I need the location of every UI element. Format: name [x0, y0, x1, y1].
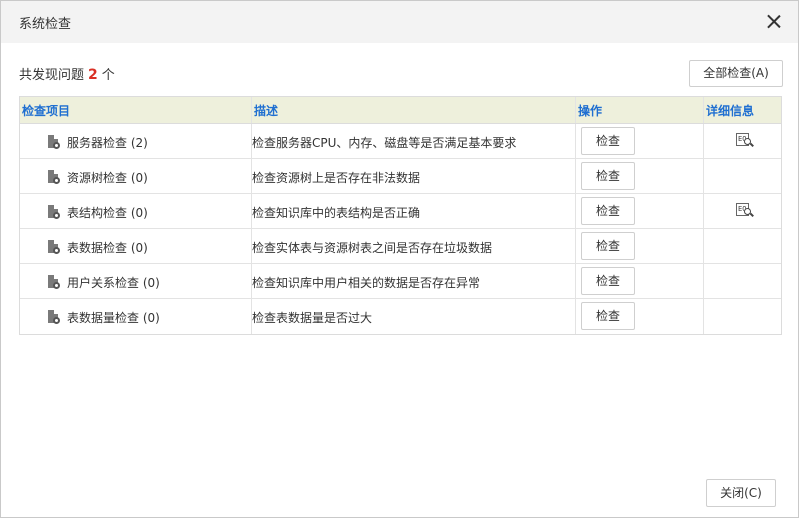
- check-button[interactable]: 检查: [581, 267, 635, 295]
- check-item-icon: [48, 240, 60, 255]
- table-header: 检查项目 描述 操作 详细信息: [20, 97, 781, 124]
- check-item-desc: 检查资源树上是否存在非法数据: [252, 171, 421, 185]
- column-divider: [251, 194, 252, 228]
- column-divider: [251, 264, 252, 298]
- column-divider: [575, 194, 576, 228]
- dialog-titlebar: 系统检查: [1, 1, 798, 43]
- summary-suffix: 个: [101, 68, 115, 83]
- column-divider: [703, 229, 704, 263]
- close-icon[interactable]: [761, 9, 787, 35]
- check-item-desc: 检查知识库中的表结构是否正确: [252, 206, 421, 220]
- table-row: 资源树检查 (0) 检查资源树上是否存在非法数据 检查: [20, 159, 781, 194]
- header-detail: 详细信息: [706, 104, 755, 118]
- check-button[interactable]: 检查: [581, 232, 635, 260]
- detail-view-icon[interactable]: EQ: [736, 203, 754, 217]
- system-check-dialog: 系统检查 共发现问题 2 个 全部检查(A) 检查项目 描述 操作 详细信息 服务器…: [0, 0, 799, 518]
- column-divider: [575, 124, 576, 158]
- column-divider: [575, 97, 576, 123]
- check-item-desc: 检查实体表与资源树表之间是否存在垃圾数据: [252, 241, 493, 255]
- check-item-name: 服务器检查 (2): [67, 136, 148, 150]
- check-item-icon: [48, 205, 60, 220]
- check-table: 检查项目 描述 操作 详细信息 服务器检查 (2) 检查服务器CPU、内存、磁盘…: [19, 96, 782, 335]
- column-divider: [251, 124, 252, 158]
- problem-summary: 共发现问题 2 个: [19, 64, 115, 83]
- detail-view-icon[interactable]: EQ: [736, 133, 754, 147]
- header-desc: 描述: [254, 104, 279, 118]
- check-button[interactable]: 检查: [581, 197, 635, 225]
- summary-prefix: 共发现问题: [19, 68, 85, 83]
- table-row: 表结构检查 (0) 检查知识库中的表结构是否正确 检查 EQ: [20, 194, 781, 229]
- check-item-desc: 检查服务器CPU、内存、磁盘等是否满足基本要求: [252, 136, 517, 150]
- check-item-name: 表结构检查 (0): [67, 206, 148, 220]
- column-divider: [575, 299, 576, 334]
- column-divider: [251, 159, 252, 193]
- check-item-desc: 检查表数据量是否过大: [252, 311, 373, 325]
- check-item-name: 资源树检查 (0): [67, 171, 148, 185]
- header-item: 检查项目: [22, 104, 71, 118]
- dialog-title: 系统检查: [19, 17, 72, 32]
- column-divider: [703, 124, 704, 158]
- column-divider: [703, 159, 704, 193]
- table-row: 服务器检查 (2) 检查服务器CPU、内存、磁盘等是否满足基本要求 检查 EQ: [20, 124, 781, 159]
- column-divider: [703, 194, 704, 228]
- check-button[interactable]: 检查: [581, 302, 635, 330]
- column-divider: [251, 229, 252, 263]
- check-button[interactable]: 检查: [581, 127, 635, 155]
- close-button[interactable]: 关闭(C): [706, 479, 776, 507]
- column-divider: [703, 299, 704, 334]
- column-divider: [575, 229, 576, 263]
- table-row: 表数据检查 (0) 检查实体表与资源树表之间是否存在垃圾数据 检查: [20, 229, 781, 264]
- column-divider: [251, 97, 252, 123]
- check-button[interactable]: 检查: [581, 162, 635, 190]
- check-item-desc: 检查知识库中用户相关的数据是否存在异常: [252, 276, 481, 290]
- problem-count: 2: [88, 67, 98, 83]
- check-item-name: 表数据检查 (0): [67, 241, 148, 255]
- check-item-icon: [48, 310, 60, 325]
- column-divider: [251, 299, 252, 334]
- check-item-icon: [48, 135, 60, 150]
- table-row: 用户关系检查 (0) 检查知识库中用户相关的数据是否存在异常 检查: [20, 264, 781, 299]
- column-divider: [575, 264, 576, 298]
- check-item-name: 表数据量检查 (0): [67, 311, 160, 325]
- check-item-name: 用户关系检查 (0): [67, 276, 160, 290]
- header-action: 操作: [578, 104, 603, 118]
- check-item-icon: [48, 170, 60, 185]
- column-divider: [575, 159, 576, 193]
- table-row: 表数据量检查 (0) 检查表数据量是否过大 检查: [20, 299, 781, 334]
- column-divider: [703, 97, 704, 123]
- check-all-button[interactable]: 全部检查(A): [689, 60, 783, 87]
- check-item-icon: [48, 275, 60, 290]
- column-divider: [703, 264, 704, 298]
